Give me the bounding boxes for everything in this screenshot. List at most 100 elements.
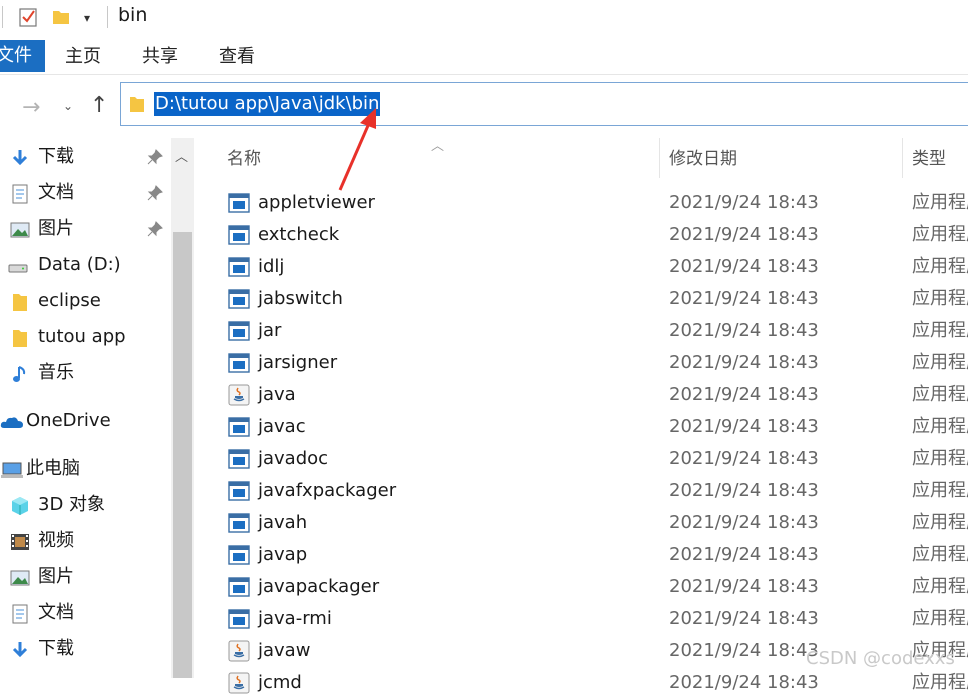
- sidebar-item-this-pc[interactable]: 此电脑: [0, 452, 170, 486]
- sidebar-item-label: 下载: [38, 146, 74, 167]
- tab-share[interactable]: 共享: [142, 40, 178, 72]
- file-name: javap: [258, 544, 308, 565]
- file-row[interactable]: jcmd 2021/9/24 18:43 应用程序: [196, 667, 968, 699]
- sidebar-item-label: 3D 对象: [38, 494, 106, 515]
- sidebar-item-pictures[interactable]: 图片: [0, 212, 170, 246]
- annotation-arrow: [338, 108, 376, 191]
- file-modified-date: 2021/9/24 18:43: [669, 288, 819, 309]
- window-title: bin: [118, 4, 148, 26]
- file-type: 应用程序: [912, 672, 968, 693]
- tab-home[interactable]: 主页: [65, 40, 101, 72]
- document-icon: [12, 604, 28, 624]
- file-type: 应用程序: [912, 608, 968, 629]
- column-header-modified[interactable]: 修改日期: [669, 138, 737, 178]
- sidebar-item-data-drive[interactable]: Data (D:): [0, 248, 170, 282]
- tab-view[interactable]: 查看: [219, 40, 255, 72]
- sidebar-item-downloads-pc[interactable]: 下载: [0, 632, 170, 666]
- column-divider[interactable]: [659, 138, 660, 178]
- exe-icon: [228, 449, 250, 469]
- sidebar-item-onedrive[interactable]: OneDrive: [0, 404, 170, 438]
- properties-icon[interactable]: [18, 7, 38, 27]
- sidebar-item-documents-pc[interactable]: 文档: [0, 596, 170, 630]
- file-row[interactable]: javac 2021/9/24 18:43 应用程序: [196, 411, 968, 443]
- column-header-name[interactable]: 名称: [227, 138, 261, 178]
- computer-icon: [1, 462, 23, 478]
- file-name: javafxpackager: [258, 480, 397, 501]
- sidebar-item-label: 下载: [38, 638, 74, 659]
- file-modified-date: 2021/9/24 18:43: [669, 224, 819, 245]
- exe-icon: [228, 609, 250, 629]
- sidebar-item-documents[interactable]: 文档: [0, 176, 170, 210]
- folder-icon: [13, 294, 27, 311]
- file-name: idlj: [258, 256, 285, 277]
- watermark: CSDN @codexxs: [806, 648, 955, 669]
- exe-icon: [228, 193, 250, 213]
- file-row[interactable]: java 2021/9/24 18:43 应用程序: [196, 379, 968, 411]
- file-row[interactable]: jabswitch 2021/9/24 18:43 应用程序: [196, 283, 968, 315]
- file-row[interactable]: javafxpackager 2021/9/24 18:43 应用程序: [196, 475, 968, 507]
- cloud-icon: [0, 417, 24, 428]
- file-modified-date: 2021/9/24 18:43: [669, 384, 819, 405]
- file-type: 应用程序: [912, 448, 968, 469]
- file-name: java: [258, 384, 296, 405]
- file-type: 应用程序: [912, 416, 968, 437]
- pin-icon[interactable]: [147, 221, 163, 237]
- new-folder-icon[interactable]: [52, 9, 70, 25]
- customize-toolbar-dropdown-icon[interactable]: ▾: [80, 11, 94, 25]
- file-name: jar: [258, 320, 282, 341]
- recent-locations-chevron-icon[interactable]: ⌄: [63, 99, 73, 113]
- file-type: 应用程序: [912, 480, 968, 501]
- document-icon: [12, 184, 28, 204]
- column-divider[interactable]: [902, 138, 903, 178]
- file-name: jcmd: [258, 672, 302, 693]
- address-bar[interactable]: D:\tutou app\Java\jdk\bin: [120, 82, 968, 126]
- file-modified-date: 2021/9/24 18:43: [669, 608, 819, 629]
- file-row[interactable]: javadoc 2021/9/24 18:43 应用程序: [196, 443, 968, 475]
- file-row[interactable]: javapackager 2021/9/24 18:43 应用程序: [196, 571, 968, 603]
- file-type: 应用程序: [912, 192, 968, 213]
- file-modified-date: 2021/9/24 18:43: [669, 576, 819, 597]
- file-row[interactable]: appletviewer2021/9/24 18:43应用程序: [196, 187, 968, 219]
- file-type: 应用程序: [912, 288, 968, 309]
- file-row[interactable]: java-rmi 2021/9/24 18:43 应用程序: [196, 603, 968, 635]
- scroll-up-chevron-icon[interactable]: ︿: [175, 146, 188, 165]
- exe-icon: [228, 577, 250, 597]
- sidebar-item-pictures-pc[interactable]: 图片: [0, 560, 170, 594]
- download-icon: [12, 642, 28, 658]
- scrollbar-thumb[interactable]: [173, 232, 192, 678]
- file-row[interactable]: jar 2021/9/24 18:43 应用程序: [196, 315, 968, 347]
- forward-arrow-icon[interactable]: →: [22, 95, 40, 120]
- up-arrow-icon[interactable]: ↑: [90, 93, 108, 118]
- sidebar-scrollbar[interactable]: ︿: [171, 138, 194, 678]
- file-name: jarsigner: [258, 352, 338, 373]
- sidebar-item-label: 图片: [38, 566, 74, 587]
- sidebar-item-downloads[interactable]: 下载: [0, 140, 170, 174]
- pin-icon[interactable]: [147, 149, 163, 165]
- sidebar-item-label: Data (D:): [38, 254, 121, 275]
- file-row[interactable]: javap 2021/9/24 18:43 应用程序: [196, 539, 968, 571]
- exe-icon: [228, 289, 250, 309]
- file-modified-date: 2021/9/24 18:43: [669, 672, 819, 693]
- file-modified-date: 2021/9/24 18:43: [669, 544, 819, 565]
- column-header-type[interactable]: 类型: [912, 138, 946, 178]
- video-icon: [11, 534, 29, 550]
- file-row[interactable]: javah 2021/9/24 18:43 应用程序: [196, 507, 968, 539]
- sidebar-item-music[interactable]: 音乐: [0, 356, 170, 390]
- file-row[interactable]: jarsigner 2021/9/24 18:43 应用程序: [196, 347, 968, 379]
- title-divider: [107, 6, 108, 28]
- sidebar-item-label: eclipse: [38, 290, 101, 311]
- file-row[interactable]: extcheck 2021/9/24 18:43 应用程序: [196, 219, 968, 251]
- sidebar-item-3d-objects[interactable]: 3D 对象: [0, 488, 170, 522]
- file-type: 应用程序: [912, 384, 968, 405]
- file-type: 应用程序: [912, 512, 968, 533]
- sidebar-item-tutou-app[interactable]: tutou app: [0, 320, 170, 354]
- sidebar-item-label: tutou app: [38, 326, 126, 347]
- pictures-icon: [10, 222, 30, 238]
- file-modified-date: 2021/9/24 18:43: [669, 416, 819, 437]
- pin-icon[interactable]: [147, 185, 163, 201]
- exe-icon: [228, 481, 250, 501]
- tab-file[interactable]: 文件: [0, 40, 45, 72]
- sidebar-item-videos[interactable]: 视频: [0, 524, 170, 558]
- file-row[interactable]: idlj 2021/9/24 18:43 应用程序: [196, 251, 968, 283]
- sidebar-item-eclipse[interactable]: eclipse: [0, 284, 170, 318]
